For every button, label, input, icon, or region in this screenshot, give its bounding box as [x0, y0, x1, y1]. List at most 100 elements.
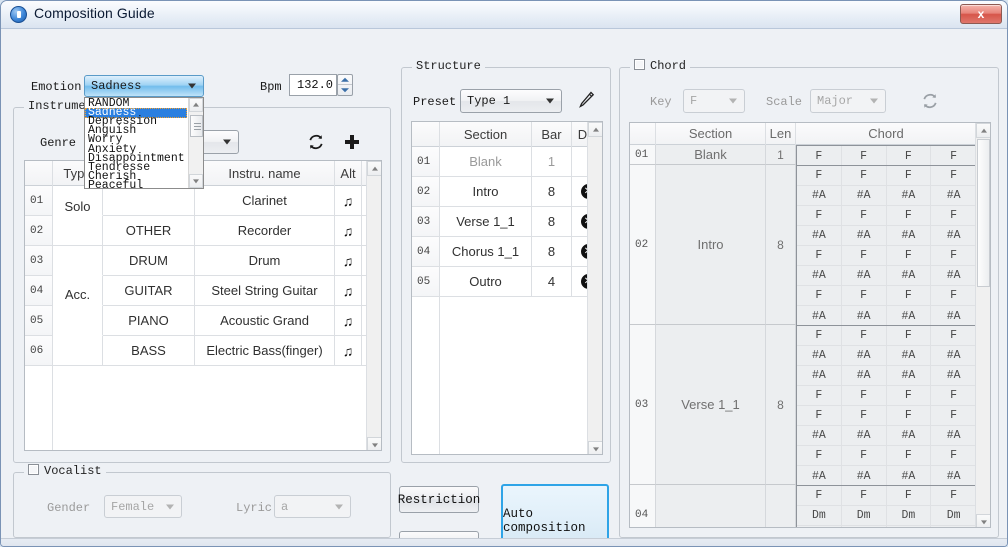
cell-alt[interactable]: ♫: [335, 186, 362, 216]
chord-cell[interactable]: F: [886, 206, 932, 226]
music-note-icon[interactable]: ♫: [343, 193, 354, 209]
cell-section[interactable]: [656, 485, 766, 527]
chord-cell[interactable]: F: [797, 406, 842, 426]
chord-cell[interactable]: F: [841, 246, 887, 266]
cell-section[interactable]: Outro: [440, 267, 532, 297]
chord-cell[interactable]: F: [797, 326, 842, 346]
cell-bar[interactable]: 4: [532, 267, 572, 297]
chord-cell[interactable]: F: [841, 326, 887, 346]
chord-cell[interactable]: #A: [886, 366, 932, 386]
chord-cell[interactable]: #A: [886, 226, 932, 246]
chord-cell[interactable]: #A: [886, 346, 932, 366]
chord-cell[interactable]: F: [841, 166, 887, 186]
chord-cell[interactable]: Dm: [886, 506, 932, 526]
chord-cell[interactable]: #A: [886, 426, 932, 446]
chord-cell[interactable]: F: [931, 246, 976, 266]
cell-section[interactable]: Intro: [440, 177, 532, 207]
chord-block[interactable]: FFFFDmDmDmDm#A#A#A#A: [796, 485, 977, 527]
cell-category[interactable]: BASS: [103, 336, 195, 366]
chord-cell[interactable]: F: [931, 326, 976, 346]
chord-cell[interactable]: F: [886, 446, 932, 466]
chord-cell[interactable]: F: [797, 206, 842, 226]
chord-cell[interactable]: #A: [931, 186, 976, 206]
cell-bar[interactable]: 8: [532, 177, 572, 207]
scroll-down-button[interactable]: [976, 514, 990, 527]
key-combo[interactable]: F: [683, 89, 745, 113]
lyric-combo[interactable]: a: [274, 495, 351, 518]
chord-cell[interactable]: #A: [931, 306, 976, 326]
chord-cell[interactable]: F: [797, 146, 842, 166]
chord-cell[interactable]: F: [797, 166, 842, 186]
chord-cell[interactable]: #A: [841, 266, 887, 286]
cell-alt[interactable]: ♫: [335, 276, 362, 306]
chord-cell[interactable]: F: [931, 286, 976, 306]
restriction-button[interactable]: Restriction: [398, 486, 480, 513]
chord-cell[interactable]: F: [841, 286, 887, 306]
chord-group-legend[interactable]: Chord: [630, 59, 691, 73]
bpm-input[interactable]: 132.0: [289, 74, 337, 96]
cell-instrument-name[interactable]: Steel String Guitar: [195, 276, 335, 306]
pencil-icon[interactable]: [576, 90, 596, 112]
chord-cell[interactable]: F: [886, 406, 932, 426]
chord-cell[interactable]: F: [841, 386, 887, 406]
chord-cell[interactable]: F: [886, 246, 932, 266]
cell-bar[interactable]: 8: [532, 207, 572, 237]
cell-instrument-name[interactable]: Electric Bass(finger): [195, 336, 335, 366]
chord-cell[interactable]: #A: [841, 346, 887, 366]
structure-table[interactable]: SectionBarDel01Blank102Intro8✕03Verse 1_…: [411, 121, 603, 455]
chord-cell[interactable]: F: [931, 486, 976, 506]
gender-combo[interactable]: Female: [104, 495, 182, 518]
scroll-down-button[interactable]: [588, 441, 602, 454]
chord-cell[interactable]: #A: [931, 266, 976, 286]
chord-cell[interactable]: F: [931, 386, 976, 406]
chord-cell[interactable]: F: [886, 166, 932, 186]
cell-type[interactable]: Acc.: [53, 276, 103, 306]
chord-cell[interactable]: #A: [841, 186, 887, 206]
cell-len[interactable]: [766, 485, 796, 527]
chord-cell[interactable]: F: [886, 326, 932, 346]
chord-cell[interactable]: #A: [886, 266, 932, 286]
scroll-thumb[interactable]: [977, 139, 990, 287]
cell-len[interactable]: 1: [766, 145, 796, 165]
chord-block[interactable]: FFFF: [796, 145, 977, 166]
chord-cell[interactable]: F: [931, 446, 976, 466]
cell-type[interactable]: [53, 336, 103, 366]
chord-cell[interactable]: #A: [797, 466, 842, 486]
music-note-icon[interactable]: ♫: [343, 223, 354, 239]
chord-cell[interactable]: F: [797, 446, 842, 466]
chord-cell[interactable]: F: [797, 246, 842, 266]
chord-cell[interactable]: #A: [797, 426, 842, 446]
cell-section[interactable]: Verse 1_1: [440, 207, 532, 237]
cell-instrument-name[interactable]: Recorder: [195, 216, 335, 246]
chord-cell[interactable]: F: [886, 146, 932, 166]
chord-scrollbar[interactable]: [975, 123, 990, 527]
scale-combo[interactable]: Major: [810, 89, 886, 113]
cell-section[interactable]: Verse 1_1: [656, 325, 766, 485]
cell-section[interactable]: Intro: [656, 165, 766, 325]
chord-cell[interactable]: #A: [886, 466, 932, 486]
scroll-up-button[interactable]: [976, 123, 990, 138]
instrument-table[interactable]: TypeCategoryInstru. nameAltDel01SoloClar…: [24, 160, 382, 451]
emotion-dropdown-scrollbar[interactable]: [188, 98, 203, 188]
chord-cell[interactable]: #A: [797, 346, 842, 366]
chord-cell[interactable]: #A: [886, 186, 932, 206]
scroll-down-button[interactable]: [189, 174, 203, 188]
cell-type[interactable]: [53, 216, 103, 246]
chord-cell[interactable]: #A: [841, 426, 887, 446]
cell-alt[interactable]: ♫: [335, 246, 362, 276]
chord-cell[interactable]: F: [797, 386, 842, 406]
cell-category[interactable]: DRUM: [103, 246, 195, 276]
scroll-thumb[interactable]: [190, 115, 203, 137]
cell-instrument-name[interactable]: Clarinet: [195, 186, 335, 216]
chord-cell[interactable]: F: [886, 486, 932, 506]
cell-type[interactable]: [53, 246, 103, 276]
cell-category[interactable]: GUITAR: [103, 276, 195, 306]
chord-block[interactable]: F F F F #A #A #A #A F F F F #A #A #A #A F F F F #A #A #A #A F F F F…: [796, 165, 977, 326]
scroll-up-button[interactable]: [367, 161, 381, 176]
chord-cell[interactable]: F: [931, 166, 976, 186]
music-note-icon[interactable]: ♫: [343, 313, 354, 329]
chord-cell[interactable]: F: [931, 406, 976, 426]
emotion-dropdown-list[interactable]: RANDOM Sadness Depression Anguish Worry Anxie…: [84, 97, 204, 191]
vocalist-checkbox[interactable]: [28, 464, 39, 475]
chord-cell[interactable]: #A: [797, 306, 842, 326]
